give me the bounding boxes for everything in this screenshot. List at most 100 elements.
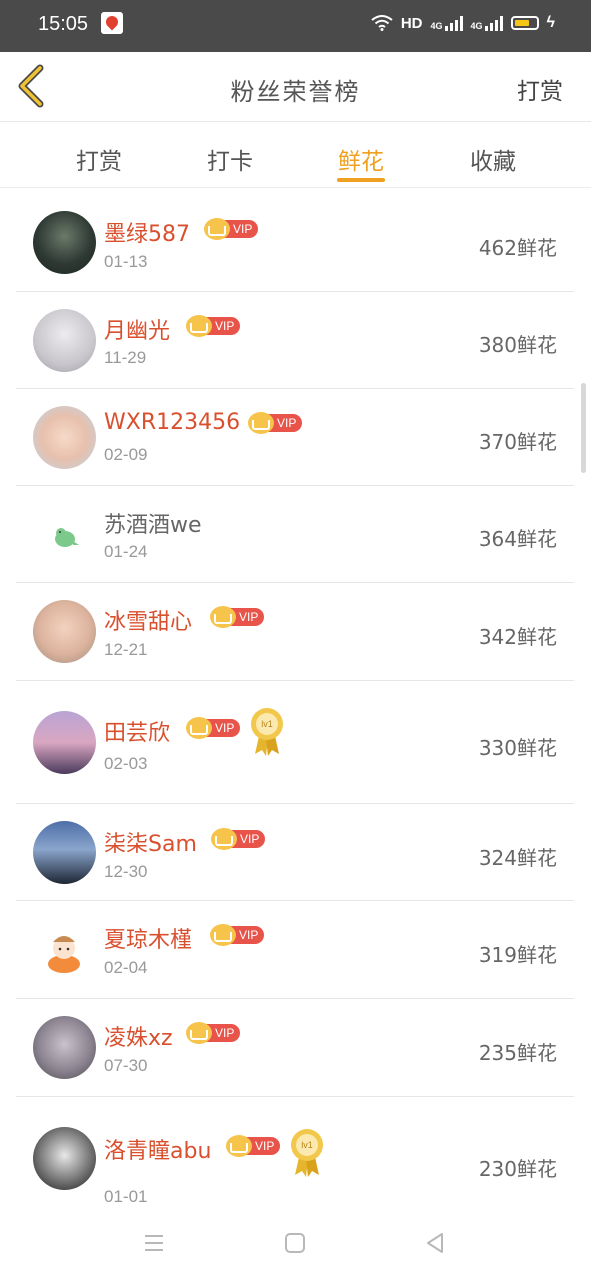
scrollbar[interactable]: [581, 383, 586, 473]
crown-icon: [186, 1022, 212, 1044]
crown-icon: [210, 606, 236, 628]
list-item[interactable]: 冰雪甜心 VIP 12-21 342鲜花: [16, 583, 574, 681]
username[interactable]: 田芸欣: [104, 715, 170, 747]
home-square-icon[interactable]: [284, 1232, 306, 1254]
flower-count: 370鲜花: [478, 430, 557, 454]
tab-flowers[interactable]: 鲜花: [321, 142, 401, 176]
vip-badge: VIP: [210, 924, 265, 946]
username[interactable]: 柒柒Sam: [104, 826, 197, 858]
menu-lines-icon[interactable]: [143, 1232, 165, 1254]
svg-text:lv1: lv1: [301, 1140, 313, 1150]
tab-favorites[interactable]: 收藏: [453, 142, 533, 176]
avatar[interactable]: [33, 1127, 96, 1190]
date: 02-04: [104, 958, 148, 977]
flower-count: 330鲜花: [478, 736, 557, 760]
crown-icon: [211, 828, 237, 850]
username[interactable]: 月幽光: [104, 313, 170, 345]
fan-list: 墨绿587 VIP 01-13 462鲜花 月幽光 VIP 11-29 380鲜…: [16, 194, 574, 1209]
wifi-icon: [371, 15, 393, 31]
hd-indicator: HD: [400, 14, 423, 32]
date: 02-09: [104, 445, 148, 464]
level-medal-icon: lv1: [291, 1129, 323, 1177]
list-item[interactable]: 月幽光 VIP 11-29 380鲜花: [16, 292, 574, 389]
avatar[interactable]: [33, 503, 96, 566]
level-medal-icon: lv1: [251, 708, 283, 756]
list-item[interactable]: 凌姝xz VIP 07-30 235鲜花: [16, 999, 574, 1097]
cartoon-icon: [48, 936, 80, 973]
date: 12-30: [104, 862, 148, 881]
signal-2-icon: [484, 15, 503, 31]
username[interactable]: 苏酒酒we: [104, 507, 202, 539]
flower-count: 462鲜花: [478, 236, 557, 260]
header-bar: 粉丝荣誉榜 打赏: [0, 52, 591, 122]
avatar[interactable]: [33, 406, 96, 469]
avatar[interactable]: [33, 918, 96, 981]
crown-icon: [226, 1135, 252, 1157]
list-item[interactable]: 夏琼木槿 VIP 02-04 319鲜花: [16, 901, 574, 999]
crown-icon: [186, 717, 212, 739]
username[interactable]: 夏琼木槿: [104, 922, 192, 954]
tab-bar: 打赏 打卡 鲜花 收藏: [0, 122, 591, 188]
list-item[interactable]: 洛青瞳abu VIP lv1 01-01 230鲜花: [16, 1097, 574, 1209]
crown-icon: [248, 412, 274, 434]
page-title: 粉丝荣誉榜: [230, 78, 361, 106]
list-item[interactable]: 柒柒Sam VIP 12-30 324鲜花: [16, 804, 574, 901]
list-item[interactable]: WXR123456 VIP 02-09 370鲜花: [16, 389, 574, 486]
vip-badge: VIP: [186, 1022, 241, 1044]
back-triangle-icon[interactable]: [424, 1232, 446, 1254]
avatar[interactable]: [33, 1016, 96, 1079]
tab-reward[interactable]: 打赏: [59, 142, 139, 176]
vip-badge: VIP: [186, 315, 241, 337]
vip-badge: VIP: [210, 606, 265, 628]
charging-icon: ϟ: [546, 14, 555, 31]
status-icons: HD 4G 4G ϟ: [371, 14, 555, 32]
status-time: 15:05: [38, 13, 89, 35]
date: 01-24: [104, 542, 148, 561]
avatar[interactable]: [33, 309, 96, 372]
flower-count: 230鲜花: [478, 1157, 557, 1181]
signal-1-icon: [444, 15, 463, 31]
battery-icon: [510, 16, 539, 30]
avatar[interactable]: [33, 211, 96, 274]
username[interactable]: 凌姝xz: [104, 1020, 173, 1052]
avatar[interactable]: [33, 821, 96, 884]
flower-count: 324鲜花: [478, 846, 557, 870]
username[interactable]: 墨绿587: [104, 216, 190, 248]
date: 11-29: [104, 348, 147, 367]
dinosaur-icon: [55, 528, 79, 547]
vip-badge: VIP: [226, 1135, 281, 1157]
date: 07-30: [104, 1056, 148, 1075]
username[interactable]: 冰雪甜心: [104, 604, 192, 636]
username[interactable]: 洛青瞳abu: [104, 1133, 211, 1165]
map-notification-icon: [101, 12, 123, 34]
vip-badge: VIP: [211, 828, 266, 850]
flower-count: 364鲜花: [478, 527, 557, 551]
avatar[interactable]: [33, 600, 96, 663]
list-item[interactable]: 田芸欣 VIP lv1 02-03 330鲜花: [16, 681, 574, 804]
avatar[interactable]: [33, 711, 96, 774]
vip-badge: VIP: [248, 412, 303, 434]
svg-text:lv1: lv1: [261, 719, 273, 729]
status-bar: 15:05 HD 4G 4G ϟ: [0, 0, 591, 52]
flower-count: 235鲜花: [478, 1041, 557, 1065]
date: 02-03: [104, 754, 148, 773]
flower-count: 319鲜花: [478, 943, 557, 967]
date: 01-01: [104, 1187, 148, 1206]
flower-count: 342鲜花: [478, 625, 557, 649]
list-item[interactable]: 墨绿587 VIP 01-13 462鲜花: [16, 194, 574, 292]
system-nav-bar: [0, 1210, 591, 1280]
network-type-2: 4G: [470, 21, 483, 31]
crown-icon: [210, 924, 236, 946]
tab-checkin[interactable]: 打卡: [190, 142, 270, 176]
flower-count: 380鲜花: [478, 333, 557, 357]
vip-badge: VIP: [186, 717, 241, 739]
reward-button[interactable]: 打赏: [517, 72, 563, 106]
crown-icon: [186, 315, 212, 337]
network-type-1: 4G: [430, 21, 443, 31]
username[interactable]: WXR123456: [104, 410, 240, 435]
date: 12-21: [104, 640, 148, 659]
list-item[interactable]: 苏酒酒we 01-24 364鲜花: [16, 486, 574, 583]
crown-icon: [204, 218, 230, 240]
tab-active-indicator: [337, 178, 385, 182]
date: 01-13: [104, 252, 148, 271]
